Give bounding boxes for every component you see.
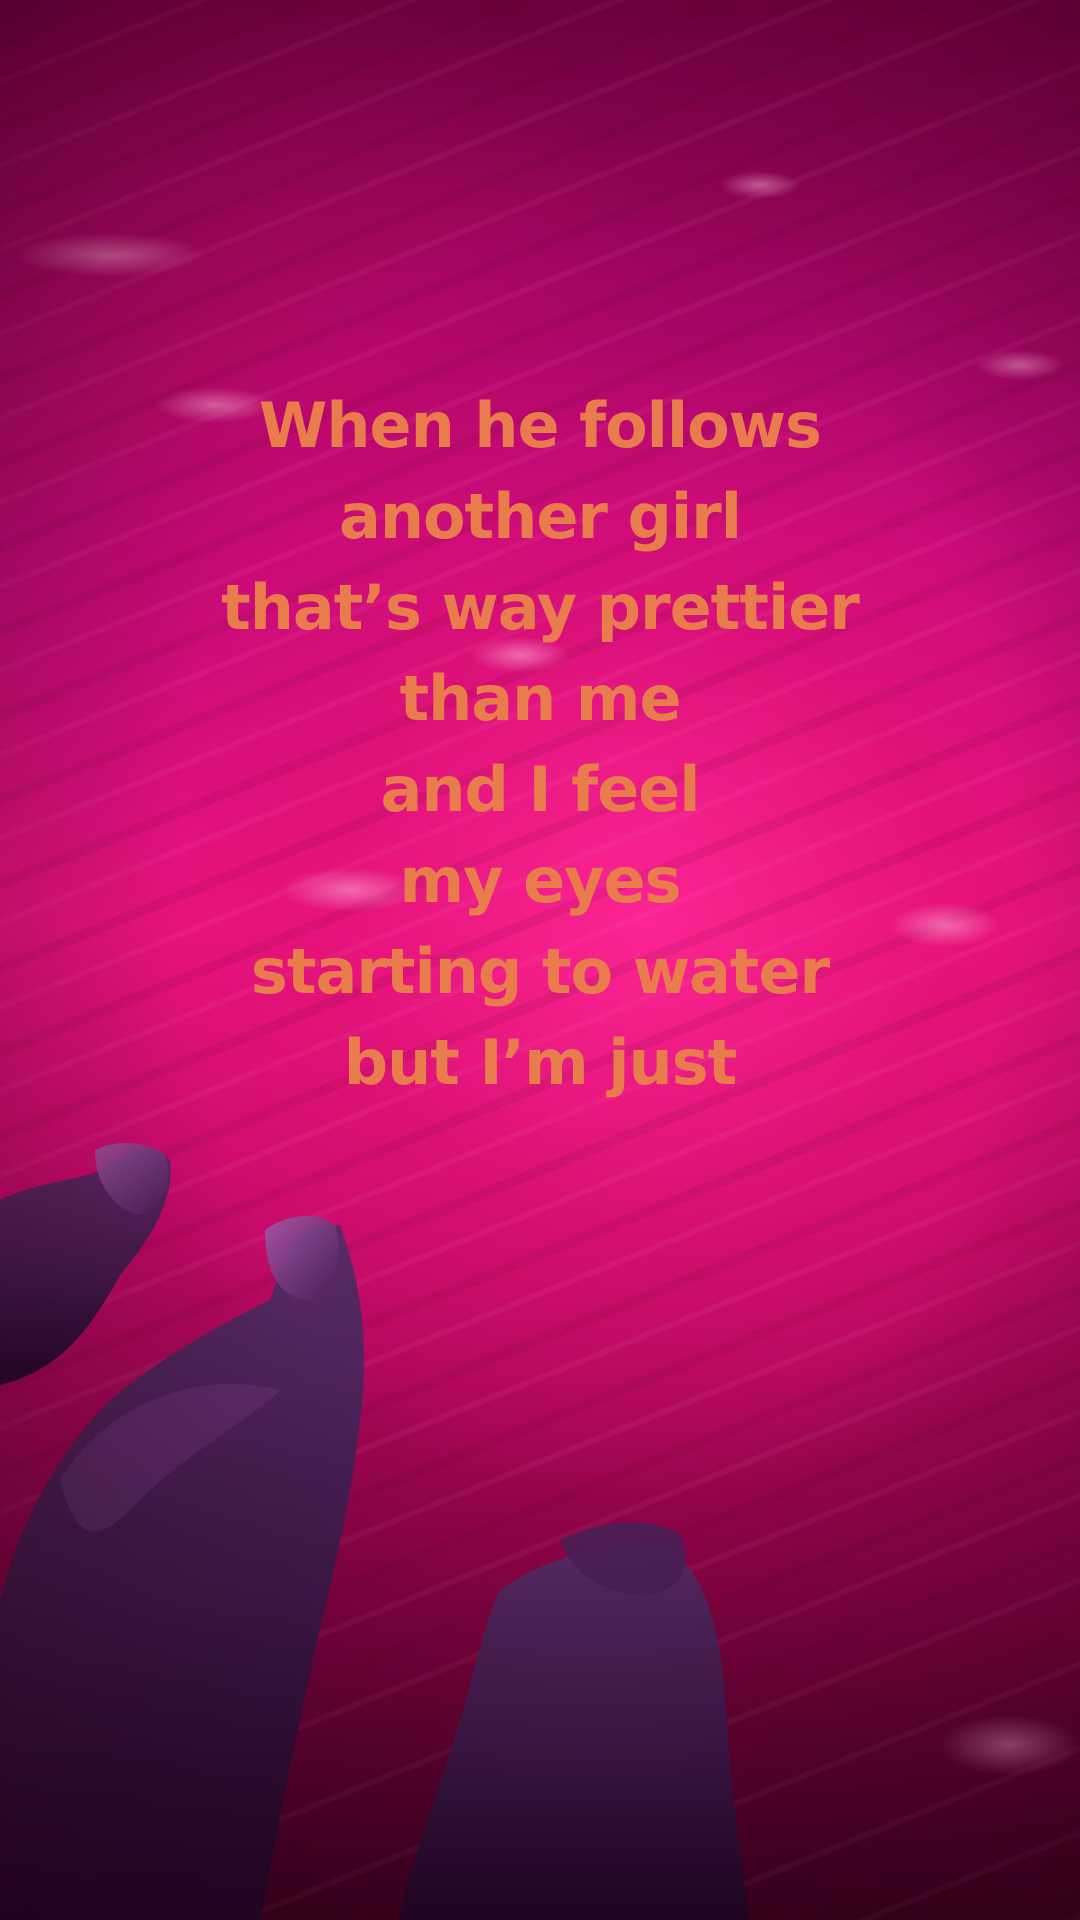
- video-frame: When he follows another girl that’s way …: [0, 0, 1080, 1920]
- caption-line-5: and I feel: [380, 753, 701, 826]
- caption-line-2: another girl: [338, 480, 742, 553]
- caption-text: When he follows another girl that’s way …: [0, 380, 1080, 1108]
- caption-line-8: but I’m just: [343, 1026, 737, 1099]
- caption-line-3: that’s way prettier: [221, 571, 860, 644]
- caption-line-6: my eyes: [399, 844, 681, 917]
- caption-line-7: starting to water: [250, 935, 830, 1008]
- caption-line-4: than me: [399, 662, 682, 735]
- caption-line-1: When he follows: [259, 389, 822, 462]
